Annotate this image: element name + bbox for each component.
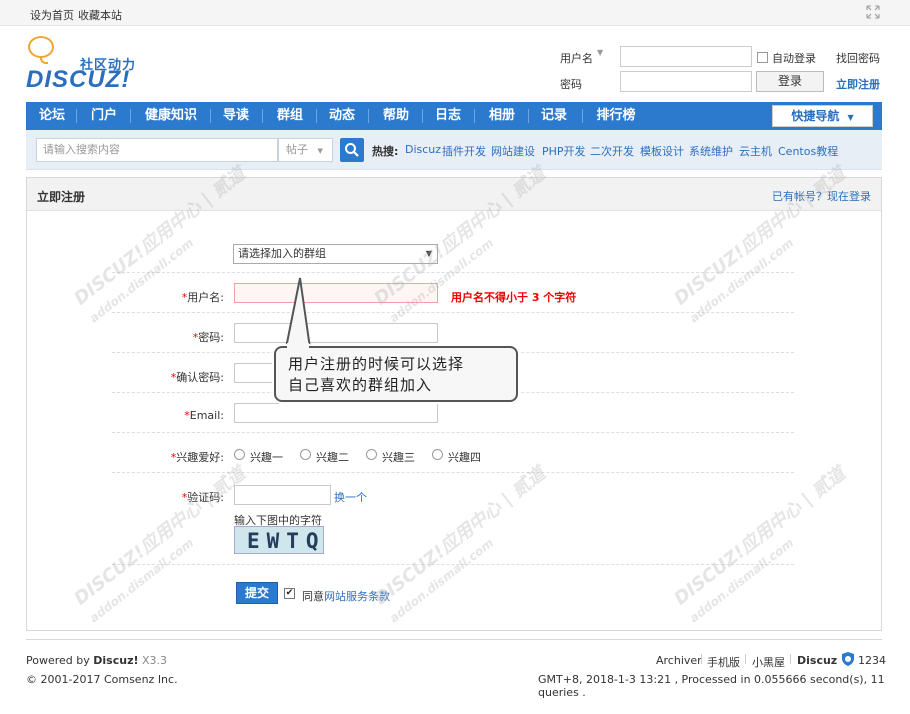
hot-link-discuz[interactable]: Discuz: [405, 143, 441, 156]
hot-link-template[interactable]: 模板设计: [640, 143, 684, 159]
captcha-label: *验证码:: [181, 491, 224, 504]
nav-item-album[interactable]: 相册: [480, 102, 524, 130]
caret-down-icon: ▼: [317, 147, 323, 155]
login-username-input[interactable]: [620, 46, 752, 67]
nav-item-groups[interactable]: 群组: [268, 102, 312, 130]
nav-item-health[interactable]: 健康知识: [136, 102, 206, 130]
password-field[interactable]: [234, 323, 438, 343]
search-button[interactable]: [340, 138, 364, 162]
interest-radio-2[interactable]: [300, 449, 311, 460]
interest-radio-3[interactable]: [366, 449, 377, 460]
email-field[interactable]: [234, 403, 438, 423]
find-password-link[interactable]: 找回密码: [836, 50, 880, 66]
nav-item-guide[interactable]: 导读: [216, 102, 256, 130]
footer-link-discuz[interactable]: Discuz: [797, 654, 837, 667]
group-select-value: 请选择加入的群组: [238, 247, 326, 260]
hot-link-cloud[interactable]: 云主机: [739, 143, 772, 159]
auto-login-checkbox[interactable]: [757, 52, 768, 63]
powered-by: Powered by Discuz! X3.3: [26, 654, 168, 667]
interest-radio-4[interactable]: [432, 449, 443, 460]
email-field-label: *Email:: [184, 409, 224, 422]
set-home-link[interactable]: 设为首页: [30, 7, 74, 23]
nav-item-forum[interactable]: 论坛: [32, 102, 72, 130]
interest-label-4: 兴趣四: [448, 451, 481, 464]
interest-label-3: 兴趣三: [382, 451, 415, 464]
login-password-input[interactable]: [620, 71, 752, 92]
nav-item-portal[interactable]: 门户: [82, 102, 126, 130]
footer-status: GMT+8, 2018-1-3 13:21 , Processed in 0.0…: [538, 673, 885, 699]
confirm-password-label: *确认密码:: [170, 371, 224, 384]
quick-nav-button[interactable]: 快捷导航 ▼: [772, 105, 873, 127]
password-label: 密码: [560, 78, 582, 91]
hot-link-php[interactable]: PHP开发: [542, 143, 586, 159]
hot-link-website[interactable]: 网站建设: [491, 143, 535, 159]
search-scope-select[interactable]: 帖子 ▼: [278, 138, 333, 162]
copyright: © 2001-2017 Comsenz Inc.: [26, 673, 178, 686]
username-error: 用户名不得小于 3 个字符: [451, 291, 577, 304]
search-icon: [345, 143, 359, 157]
footer-link-blackroom[interactable]: 小黑屋: [752, 654, 785, 670]
caret-down-icon: ▼: [847, 113, 854, 122]
hot-link-centos[interactable]: Centos教程: [778, 143, 838, 159]
panel-header: 立即注册 已有帐号？现在登录: [27, 178, 881, 211]
visit-counter: 1234: [858, 654, 886, 667]
group-select[interactable]: 请选择加入的群组 ▼: [233, 244, 438, 264]
nav-item-ranking[interactable]: 排行榜: [588, 102, 644, 130]
username-field-label: *用户名:: [181, 291, 224, 304]
callout-text: 用户注册的时候可以选择 自己喜欢的群组加入: [288, 355, 465, 394]
footer-link-archiver[interactable]: Archiver: [656, 654, 702, 667]
interest-radio-1[interactable]: [234, 449, 245, 460]
page-title: 立即注册: [37, 190, 86, 204]
shield-icon[interactable]: [840, 651, 856, 667]
caret-down-icon: ▼: [425, 249, 432, 258]
expand-icon[interactable]: [866, 5, 880, 19]
interest-label-1: 兴趣一: [250, 451, 283, 464]
footer-link-mobile[interactable]: 手机版: [707, 654, 740, 670]
username-field[interactable]: [234, 283, 438, 303]
site-logo[interactable]: 社区动力 DISCUZ!: [26, 36, 156, 96]
auto-login-label: 自动登录: [772, 52, 816, 65]
hot-link-maintenance[interactable]: 系统维护: [689, 143, 733, 159]
logo-bubble-icon: [28, 36, 54, 58]
quick-nav-label: 快捷导航: [791, 109, 840, 123]
password-field-label: *密码:: [192, 331, 224, 344]
main-nav: 论坛 门户 健康知识 导读 群组 动态 帮助 日志 相册 记录 排行榜: [26, 102, 882, 130]
hot-link-plugin[interactable]: 插件开发: [442, 143, 486, 159]
favorite-link[interactable]: 收藏本站: [78, 7, 122, 23]
nav-item-records[interactable]: 记录: [534, 102, 574, 130]
top-bar: 设为首页 收藏本站: [0, 0, 910, 26]
agree-checkbox[interactable]: ✔: [284, 588, 295, 599]
nav-item-feed[interactable]: 动态: [322, 102, 362, 130]
register-link[interactable]: 立即注册: [836, 76, 880, 92]
login-button[interactable]: 登录: [756, 71, 824, 92]
hot-search-label: 热搜:: [372, 145, 399, 158]
interests-label: *兴趣爱好:: [170, 451, 224, 464]
annotation-callout: 用户注册的时候可以选择 自己喜欢的群组加入: [274, 346, 518, 402]
search-input[interactable]: 请输入搜索内容: [36, 138, 278, 162]
captcha-refresh-link[interactable]: 换一个: [334, 489, 367, 505]
nav-item-help[interactable]: 帮助: [374, 102, 418, 130]
agree-text: 同意网站服务条款: [302, 590, 390, 603]
discuz-link[interactable]: Discuz!: [93, 654, 138, 667]
search-bar: 请输入搜索内容 帖子 ▼ 热搜: Discuz 插件开发 网站建设 PHP开发 …: [26, 130, 882, 170]
hot-link-secondary-dev[interactable]: 二次开发: [590, 143, 634, 159]
terms-link[interactable]: 网站服务条款: [324, 590, 390, 603]
existing-account-link[interactable]: 已有帐号？现在登录: [772, 188, 871, 204]
logo-text: DISCUZ!: [26, 66, 131, 93]
captcha-image[interactable]: EWTQ: [234, 526, 324, 554]
interest-label-2: 兴趣二: [316, 451, 349, 464]
search-scope-value: 帖子: [286, 143, 308, 156]
username-dropdown-icon[interactable]: ▼: [597, 48, 603, 57]
username-label: 用户名: [560, 52, 593, 65]
register-panel: 立即注册 已有帐号？现在登录: [26, 177, 882, 631]
submit-button[interactable]: 提交: [236, 582, 278, 604]
nav-item-blog[interactable]: 日志: [428, 102, 468, 130]
captcha-field[interactable]: [234, 485, 331, 505]
